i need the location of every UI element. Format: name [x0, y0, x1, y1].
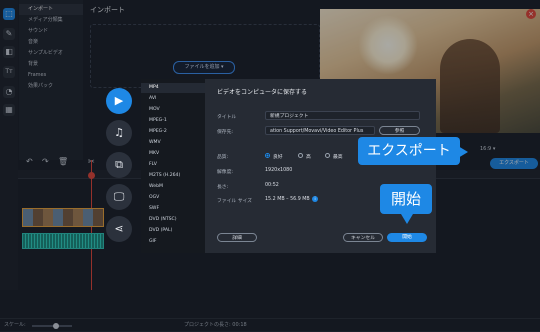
format-wmv[interactable]: WMV	[141, 138, 205, 148]
length-value: 00:52	[265, 183, 279, 188]
monitor-icon[interactable]: 🖵	[106, 184, 132, 210]
info-icon[interactable]: i	[312, 196, 318, 202]
format-mp4[interactable]: MP4	[141, 83, 205, 93]
browse-button[interactable]: 参照	[379, 126, 420, 135]
format-flv[interactable]: FLV	[141, 160, 205, 170]
devices-icon[interactable]: ⧉	[106, 152, 132, 178]
format-swf[interactable]: SWF	[141, 204, 205, 214]
filesize-label: ファイル サイズ	[217, 199, 252, 204]
format-mkv[interactable]: MKV	[141, 149, 205, 159]
title-label: タイトル	[217, 115, 237, 120]
quality-high-radio[interactable]	[298, 153, 303, 158]
format-dvd-pal[interactable]: DVD (PAL)	[141, 226, 205, 236]
save-to-input[interactable]: ation Support/Movavi/Video Editor Plus	[265, 126, 375, 135]
details-button[interactable]: 詳細	[217, 233, 257, 242]
start-callout: 開始	[380, 184, 432, 214]
start-callout-pointer	[401, 214, 413, 224]
quality-label: 品質:	[217, 155, 229, 160]
save-to-label: 保存先:	[217, 130, 234, 135]
share-icon[interactable]: ⋖	[106, 216, 132, 242]
format-webm[interactable]: WebM	[141, 182, 205, 192]
cancel-button[interactable]: キャンセル	[343, 233, 383, 242]
format-dvd-ntsc[interactable]: DVD (NTSC)	[141, 215, 205, 225]
format-list: MP4 AVI MOV MPEG-1 MPEG-2 WMV MKV FLV M2…	[141, 79, 205, 253]
format-avi[interactable]: AVI	[141, 94, 205, 104]
export-callout-pointer	[458, 146, 468, 158]
quality-best-radio[interactable]	[325, 153, 330, 158]
format-mpeg2[interactable]: MPEG-2	[141, 127, 205, 137]
format-mpeg1[interactable]: MPEG-1	[141, 116, 205, 126]
resolution-label: 解像度:	[217, 170, 234, 175]
quality-good-label: 良好	[273, 155, 283, 160]
export-callout: エクスポート	[358, 137, 460, 165]
quality-best-label: 最高	[333, 155, 343, 160]
filesize-value: 15.2 MB – 56.9 MB	[265, 197, 310, 202]
start-button[interactable]: 開始	[387, 233, 427, 242]
format-gif[interactable]: GIF	[141, 237, 205, 247]
video-icon[interactable]: ▶	[106, 88, 132, 114]
export-type-column: ▶ ♫ ⧉ 🖵 ⋖	[106, 78, 138, 248]
format-m2ts[interactable]: M2TS (H.264)	[141, 171, 205, 181]
quality-high-label: 高	[306, 155, 311, 160]
length-label: 長さ:	[217, 185, 229, 190]
quality-good-radio[interactable]	[265, 153, 270, 158]
dialog-title: ビデオをコンピュータに保存する	[217, 89, 308, 96]
resolution-value: 1920x1080	[265, 168, 293, 173]
export-dialog	[205, 79, 436, 253]
music-icon[interactable]: ♫	[106, 120, 132, 146]
title-input[interactable]: 新規プロジェクト	[265, 111, 420, 120]
format-mov[interactable]: MOV	[141, 105, 205, 115]
format-ogv[interactable]: OGV	[141, 193, 205, 203]
